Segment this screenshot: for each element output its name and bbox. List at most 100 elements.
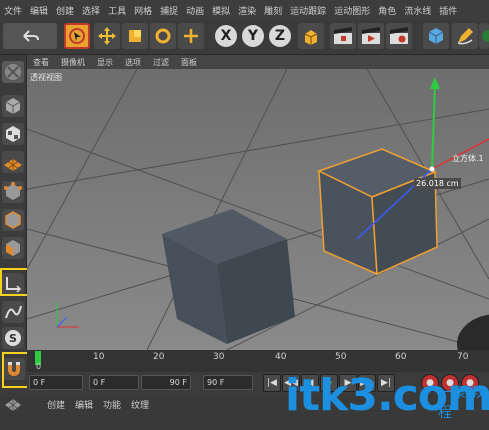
material-menu-function[interactable]: 功能: [103, 398, 121, 411]
end-frame-field[interactable]: 90 F: [203, 375, 253, 390]
tick-20: 20: [153, 352, 165, 362]
tick-70: 70: [457, 352, 469, 362]
make-editable-button[interactable]: [2, 61, 24, 83]
polygons-cube-icon: [6, 240, 20, 256]
viewport-menu: 查看 摄像机 显示 选项 过滤 面板: [27, 55, 489, 69]
menu-mograph[interactable]: 运动图形: [334, 4, 370, 17]
render-settings-button[interactable]: [386, 23, 412, 49]
goto-start-button[interactable]: |◀: [263, 374, 281, 392]
range-start-field[interactable]: 0 F: [89, 375, 139, 390]
menu-mesh[interactable]: 网格: [134, 4, 152, 17]
object-name-label: 立方体.1: [452, 154, 484, 163]
menu-bar: 文件 编辑 创建 选择 工具 网格 捕捉 动画 模拟 渲染 雕刻 运动跟踪 运动…: [0, 0, 489, 20]
tweak-mode-button[interactable]: [2, 301, 24, 323]
add-cube-button[interactable]: [423, 23, 449, 49]
perspective-viewport[interactable]: 查看 摄像机 显示 选项 过滤 面板 透视视图 立方体.1 26.018 cm: [27, 55, 489, 350]
menu-plugins[interactable]: 插件: [439, 4, 457, 17]
menu-pipeline[interactable]: 流水线: [404, 4, 431, 17]
material-menu-texture[interactable]: 纹理: [131, 398, 149, 411]
cube-right-selected[interactable]: [317, 148, 438, 276]
menu-character[interactable]: 角色: [378, 4, 396, 17]
workplane-mode-button[interactable]: [2, 151, 24, 173]
render-to-picture-viewer-button[interactable]: [358, 23, 384, 49]
edges-cube-icon: [5, 211, 21, 229]
viewport-menu-panel[interactable]: 面板: [181, 57, 197, 68]
rotate-button[interactable]: [150, 23, 176, 49]
viewport-menu-options[interactable]: 选项: [125, 57, 141, 68]
viewport-scene: [27, 69, 489, 350]
tick-10: 10: [93, 352, 105, 362]
material-menu-edit[interactable]: 编辑: [75, 398, 93, 411]
coordinate-system-button[interactable]: [298, 23, 324, 49]
menu-file[interactable]: 文件: [4, 4, 22, 17]
left-tool-palette: S: [0, 55, 27, 350]
cube-icon: [428, 28, 444, 44]
menu-edit[interactable]: 编辑: [30, 4, 48, 17]
menu-create[interactable]: 创建: [56, 4, 74, 17]
viewport-menu-display[interactable]: 显示: [97, 57, 113, 68]
snap-button[interactable]: S: [2, 327, 24, 349]
current-frame-field[interactable]: 0 F: [29, 375, 83, 390]
cursor-icon: [69, 28, 85, 44]
tick-0: 0: [36, 362, 42, 371]
dimension-readout: 26.018 cm: [414, 178, 461, 189]
live-select-button[interactable]: [64, 23, 90, 49]
menu-snap[interactable]: 捕捉: [160, 4, 178, 17]
snap-s-icon: S: [5, 330, 21, 346]
points-cube-icon: [4, 182, 22, 200]
workplane-icon: [4, 159, 22, 171]
tick-50: 50: [335, 352, 347, 362]
menu-motion-tracking[interactable]: 运动跟踪: [290, 4, 326, 17]
render-view-button[interactable]: [330, 23, 356, 49]
pen-icon: [457, 28, 473, 45]
clapper-icon: [334, 27, 352, 44]
menu-tools[interactable]: 工具: [108, 4, 126, 17]
undo-button[interactable]: [3, 23, 57, 49]
crosshair-icon: [184, 29, 198, 43]
menu-animate[interactable]: 动画: [186, 4, 204, 17]
viewport-menu-filter[interactable]: 过滤: [153, 57, 169, 68]
material-manager-icon[interactable]: [3, 397, 23, 411]
edges-mode-button[interactable]: [2, 209, 24, 231]
move-button[interactable]: [94, 23, 120, 49]
main-toolbar: X Y Z: [0, 20, 489, 55]
menu-select[interactable]: 选择: [82, 4, 100, 17]
menu-simulate[interactable]: 模拟: [212, 4, 230, 17]
tick-40: 40: [275, 352, 287, 362]
axis-y-toggle[interactable]: Y: [242, 25, 264, 47]
viewport-menu-view[interactable]: 查看: [33, 57, 49, 68]
axis-x-toggle[interactable]: X: [215, 25, 237, 47]
move-icon: [98, 27, 116, 45]
clapper-gear-icon: [390, 27, 408, 44]
watermark-cn: 一聚 教程: [438, 385, 485, 421]
clapper-play-icon: [362, 27, 380, 44]
material-menu: 创建 编辑 功能 纹理: [47, 398, 159, 411]
more-tools-button[interactable]: [479, 23, 489, 49]
polygons-mode-button[interactable]: [2, 237, 24, 259]
axis-z-toggle[interactable]: Z: [269, 25, 291, 47]
menu-sculpt[interactable]: 雕刻: [264, 4, 282, 17]
menu-render[interactable]: 渲染: [238, 4, 256, 17]
viewport-menu-cameras[interactable]: 摄像机: [61, 57, 85, 68]
undo-icon: [23, 30, 39, 42]
goto-start-icon: |◀: [267, 378, 277, 388]
svg-text:S: S: [9, 332, 17, 345]
timeline-ruler[interactable]: 10 20 30 40 50 60 70 0: [27, 350, 489, 372]
texture-checker-icon: [6, 126, 20, 142]
range-end-field[interactable]: 90 F: [141, 375, 191, 390]
texture-mode-button[interactable]: [2, 123, 24, 145]
subdivision-icon: [482, 30, 489, 42]
pen-tool-button[interactable]: [452, 23, 478, 49]
model-mode-button[interactable]: [2, 95, 24, 117]
scale-icon: [129, 30, 141, 42]
transform-button[interactable]: [178, 23, 204, 49]
rotate-icon: [155, 28, 171, 44]
points-mode-button[interactable]: [2, 181, 24, 203]
material-menu-create[interactable]: 创建: [47, 398, 65, 411]
tweak-curve-icon: [5, 305, 22, 319]
scale-button[interactable]: [122, 23, 148, 49]
tick-30: 30: [213, 352, 225, 362]
viewport-label: 透视视图: [30, 73, 62, 82]
model-cube-icon: [5, 98, 21, 114]
editable-icon: [5, 64, 21, 80]
